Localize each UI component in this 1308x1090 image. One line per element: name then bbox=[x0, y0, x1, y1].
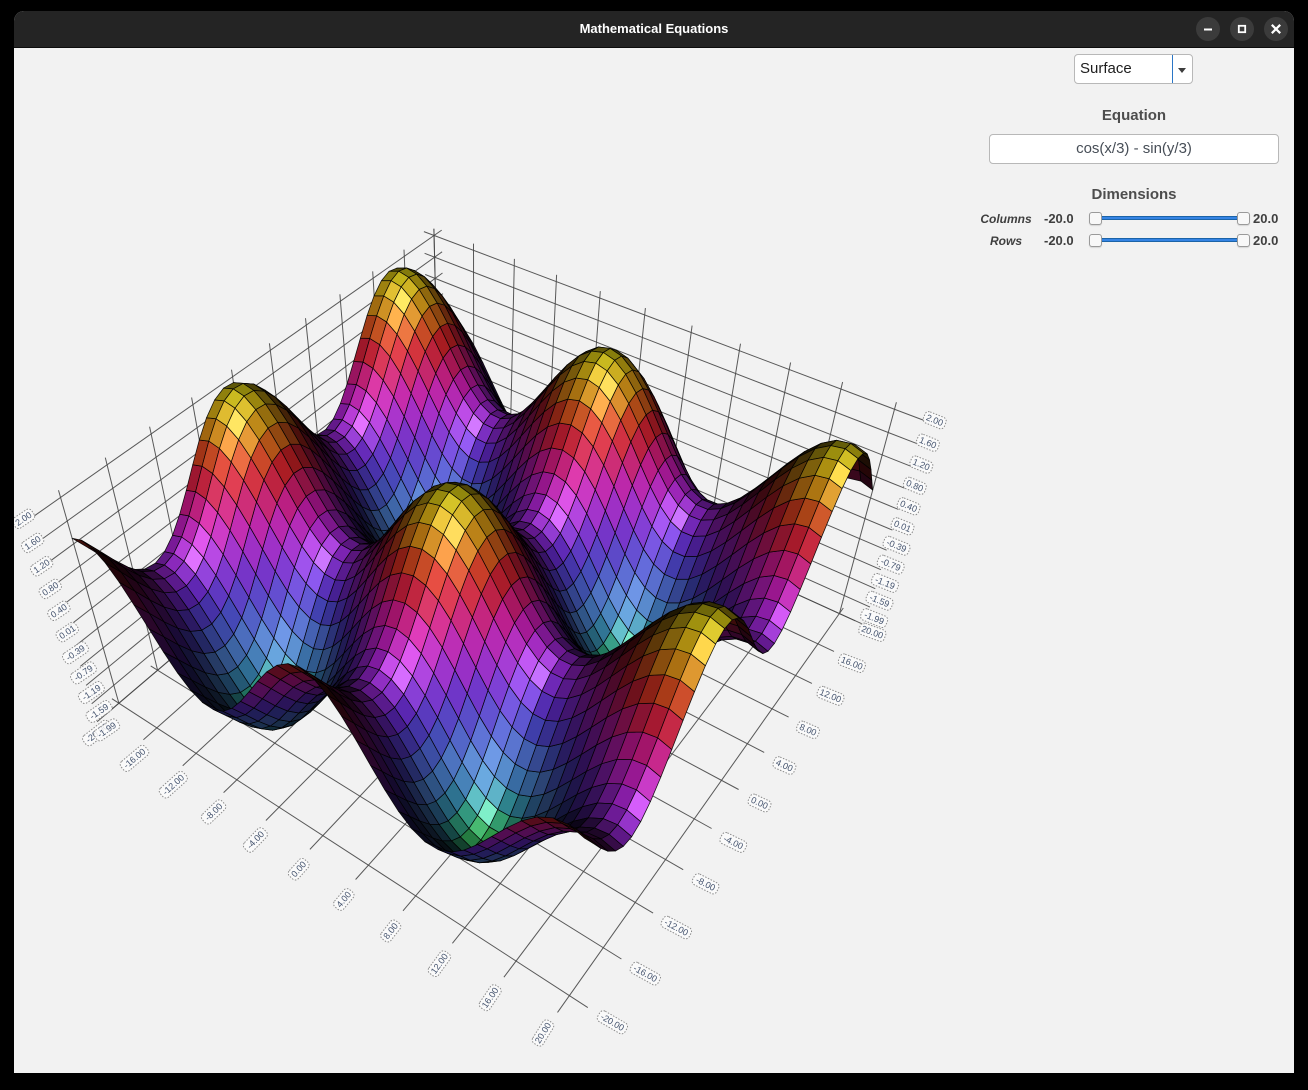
svg-text:16.00: 16.00 bbox=[480, 986, 501, 1010]
svg-text:-16.00: -16.00 bbox=[632, 963, 659, 984]
svg-text:-20.00: -20.00 bbox=[599, 1012, 626, 1033]
svg-text:-12.00: -12.00 bbox=[663, 917, 690, 938]
svg-text:20.00: 20.00 bbox=[533, 1021, 553, 1045]
